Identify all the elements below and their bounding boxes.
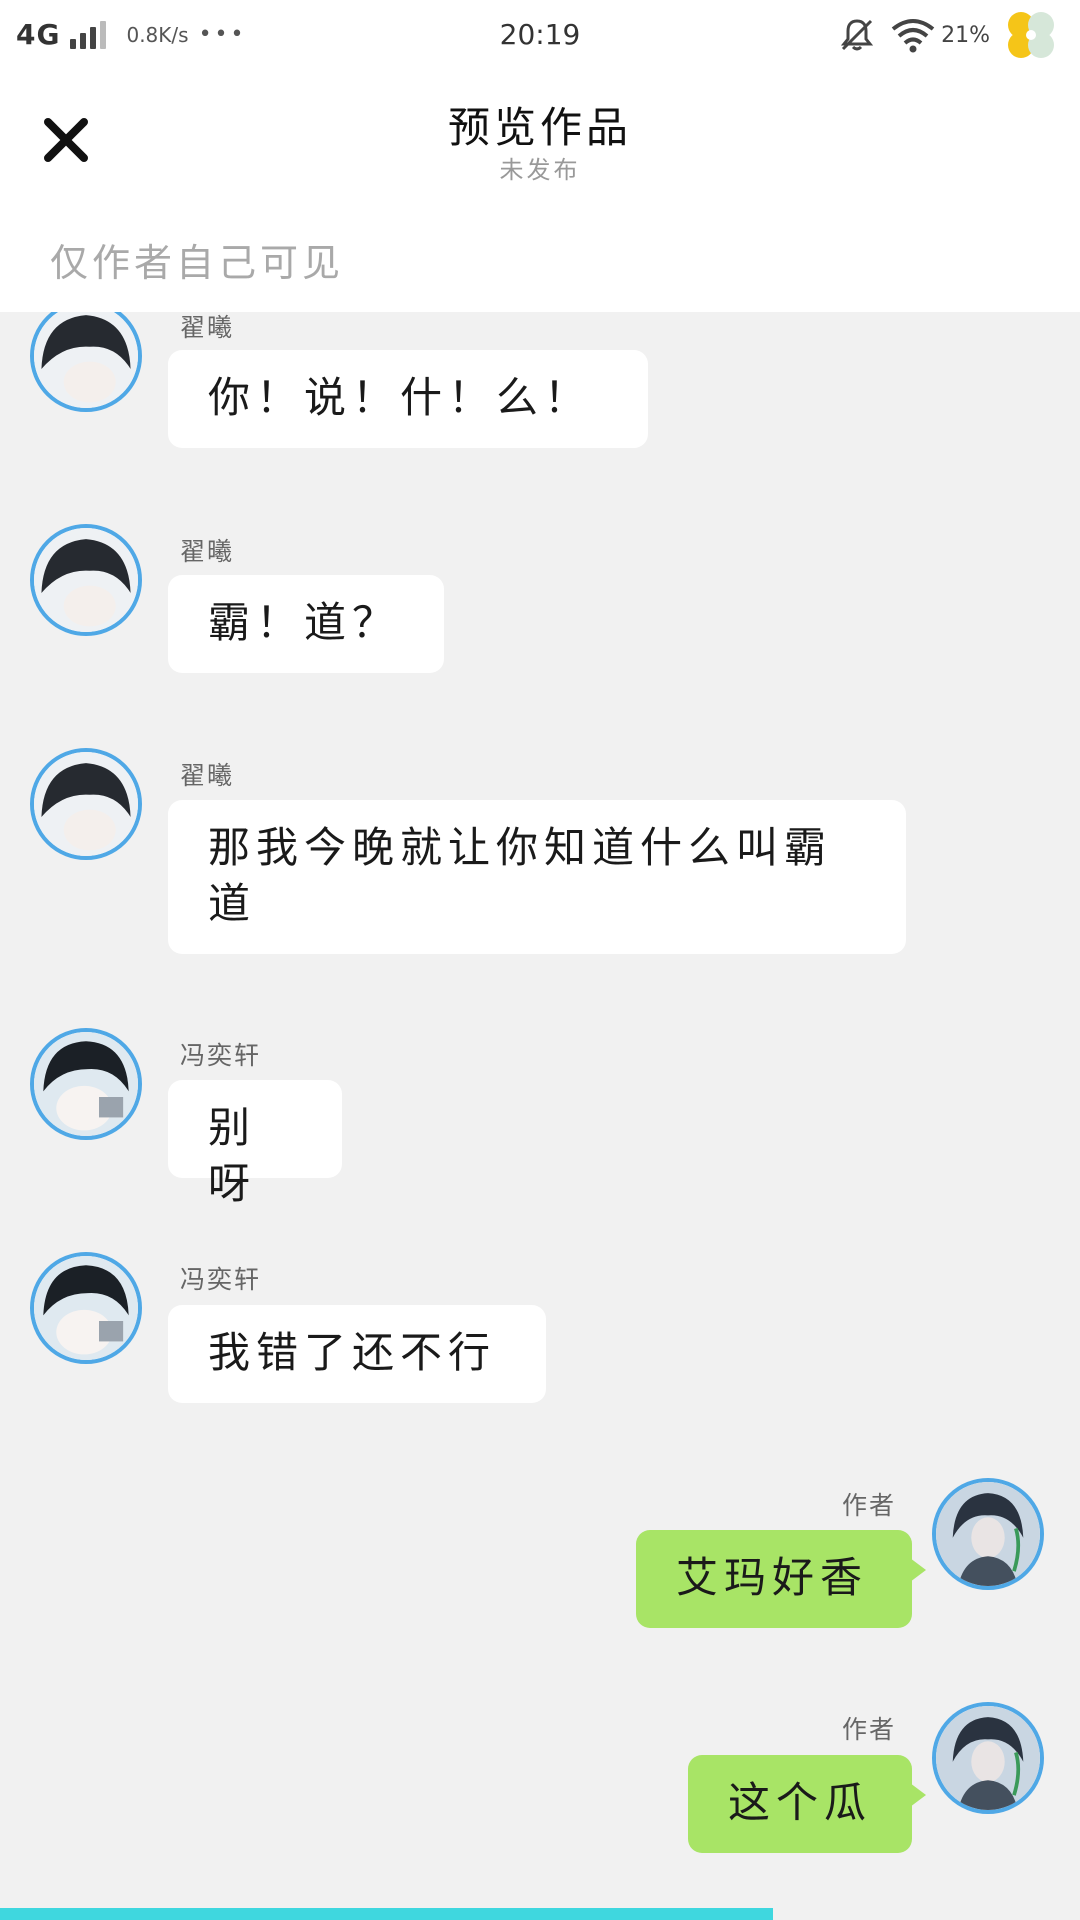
message-bubble[interactable]: 别呀 — [168, 1080, 342, 1208]
status-right: 21% — [837, 6, 1060, 64]
sender-name: 翟曦 — [180, 313, 235, 342]
sender-name: 作者 — [842, 1715, 897, 1744]
sender-name: 翟曦 — [180, 537, 235, 566]
sender-name: 作者 — [842, 1491, 897, 1520]
status-bar: 4G 0.8K/s ••• 20:19 21% — [0, 0, 1080, 70]
avatar[interactable] — [30, 524, 142, 636]
preview-header: 预览作品 未发布 仅作者自己可见 — [0, 70, 1080, 312]
progress-fill — [0, 1908, 774, 1920]
wifi-icon — [891, 19, 935, 53]
chat-preview-screen: 4G 0.8K/s ••• 20:19 21% 预览作品 未发布 仅作者自己可见… — [0, 0, 1080, 1920]
sender-name: 翟曦 — [180, 761, 235, 790]
battery-level: 21% — [941, 22, 990, 48]
avatar[interactable] — [932, 1702, 1044, 1814]
publish-status: 未发布 — [499, 156, 581, 184]
avatar[interactable] — [30, 1252, 142, 1364]
message-bubble[interactable]: 我错了还不行 — [168, 1305, 546, 1403]
avatar[interactable] — [30, 748, 142, 860]
message-bubble[interactable]: 霸！道？ — [168, 575, 444, 673]
page-title: 预览作品 — [447, 103, 632, 152]
avatar[interactable] — [932, 1478, 1044, 1590]
sender-name: 冯奕轩 — [180, 1265, 262, 1294]
message-bubble[interactable]: 你！说！什！么！ — [168, 350, 648, 448]
sender-name: 冯奕轩 — [180, 1041, 262, 1070]
message-bubble[interactable]: 这个瓜 — [688, 1755, 926, 1853]
avatar[interactable] — [30, 1028, 142, 1140]
mute-icon — [840, 19, 874, 51]
message-bubble[interactable]: 那我今晚就让你知道什么叫霸道 — [168, 800, 906, 954]
reading-progress-bar — [0, 1908, 1080, 1920]
message-bubble[interactable]: 艾玛好香 — [636, 1530, 926, 1628]
clover-icon — [1008, 12, 1054, 58]
visibility-note: 仅作者自己可见 — [50, 241, 345, 285]
avatar[interactable] — [30, 300, 142, 412]
